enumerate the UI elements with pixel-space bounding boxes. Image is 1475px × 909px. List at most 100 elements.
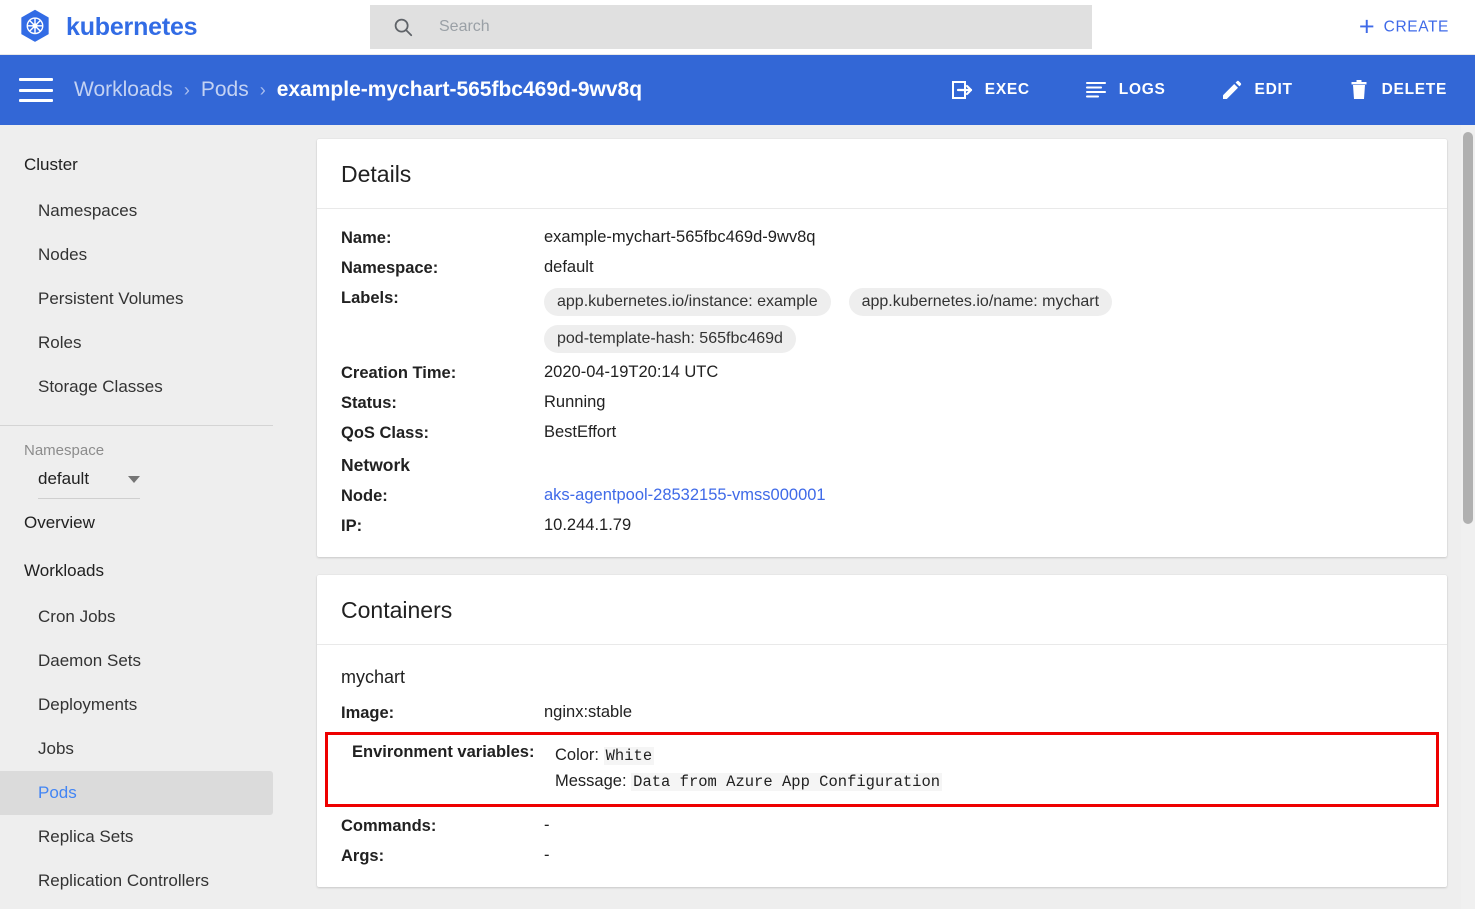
env-var-item: Color: White: [555, 743, 942, 769]
hamburger-menu-icon[interactable]: [19, 78, 53, 102]
sidebar-item-daemon-sets[interactable]: Daemon Sets: [0, 639, 273, 683]
env-var-item: Message: Data from Azure App Configurati…: [555, 769, 943, 795]
details-card-body: Name: example-mychart-565fbc469d-9wv8q N…: [317, 209, 1447, 557]
container-row-image: Image: nginx:stable: [317, 698, 1447, 728]
edit-button[interactable]: EDIT: [1214, 77, 1299, 103]
detail-value-qos-class: BestEffort: [544, 423, 617, 441]
network-section-heading: Network: [341, 455, 411, 475]
detail-key-node: Node:: [341, 487, 388, 505]
detail-key-qos-class: QoS Class:: [341, 424, 430, 442]
label-chip[interactable]: pod-template-hash: 565fbc469d: [544, 325, 796, 353]
sidebar-group-cluster: Cluster: [24, 155, 78, 174]
logs-button-label: LOGS: [1118, 81, 1166, 98]
containers-card: Containers mychart Image: nginx:stable E…: [317, 575, 1447, 888]
sidebar-item-persistent-volumes[interactable]: Persistent Volumes: [0, 277, 273, 321]
env-var-value: White: [603, 747, 655, 765]
container-value-commands: -: [544, 816, 550, 835]
environment-variables-list: Color: White Message: Data from Azure Ap…: [555, 743, 943, 795]
create-button[interactable]: + CREATE: [1353, 13, 1455, 42]
main-scrollbar[interactable]: [1461, 125, 1475, 909]
sidebar-item-jobs[interactable]: Jobs: [0, 727, 273, 771]
breadcrumb-item-pods[interactable]: Pods: [201, 78, 249, 102]
detail-row-name: Name: example-mychart-565fbc469d-9wv8q: [317, 223, 1447, 253]
sidebar-item-replica-sets[interactable]: Replica Sets: [0, 815, 273, 859]
edit-pencil-icon: [1222, 80, 1241, 99]
detail-value-creation-time: 2020-04-19T20:14 UTC: [544, 363, 719, 381]
breadcrumb-separator-icon: ›: [183, 79, 190, 100]
create-button-label: CREATE: [1383, 18, 1449, 35]
namespace-label: Namespace: [24, 442, 105, 459]
main-content: Details Name: example-mychart-565fbc469d…: [297, 125, 1475, 909]
breadcrumb-current-pod: example-mychart-565fbc469d-9wv8q: [276, 78, 643, 101]
detail-key-labels: Labels:: [341, 289, 399, 307]
label-chip[interactable]: app.kubernetes.io/instance: example: [544, 288, 831, 316]
environment-variables-highlight-box: Environment variables: Color: White Mess…: [325, 732, 1439, 808]
container-key-args: Args:: [341, 847, 385, 866]
breadcrumb-separator-icon-2: ›: [259, 79, 266, 100]
exec-button[interactable]: EXEC: [944, 77, 1036, 103]
detail-key-status: Status:: [341, 394, 397, 412]
top-bar: kubernetes + CREATE: [0, 0, 1475, 55]
delete-button-label: DELETE: [1381, 81, 1447, 98]
sidebar-item-replication-controllers[interactable]: Replication Controllers: [0, 859, 273, 903]
sidebar-item-storage-classes[interactable]: Storage Classes: [0, 365, 273, 409]
container-name: mychart: [341, 667, 406, 687]
detail-row-status: Status: Running: [317, 388, 1447, 418]
env-var-value: Data from Azure App Configuration: [631, 772, 943, 791]
scrollbar-thumb[interactable]: [1463, 132, 1473, 524]
labels-chip-group: app.kubernetes.io/instance: example app.…: [544, 288, 1194, 353]
containers-card-body: mychart Image: nginx:stable Environment …: [317, 645, 1447, 887]
exec-terminal-icon: [951, 81, 972, 99]
edit-button-label: EDIT: [1254, 81, 1293, 98]
detail-key-name: Name:: [341, 229, 392, 247]
env-var-name: Color:: [555, 746, 600, 764]
action-buttons-group: EXEC LOGS EDIT DELETE: [902, 77, 1453, 103]
detail-value-namespace: default: [544, 258, 594, 276]
container-row-commands: Commands: -: [317, 811, 1447, 841]
sidebar-item-overview[interactable]: Overview: [0, 499, 297, 547]
sidebar-item-roles[interactable]: Roles: [0, 321, 273, 365]
container-value-args: -: [544, 846, 550, 865]
detail-value-ip: 10.244.1.79: [544, 516, 632, 534]
containers-card-title: Containers: [317, 575, 1447, 645]
logs-lines-icon: [1085, 81, 1106, 98]
node-link[interactable]: aks-agentpool-28532155-vmss000001: [544, 486, 826, 505]
body-wrapper: Cluster Namespaces Nodes Persistent Volu…: [0, 125, 1475, 909]
detail-row-node: Node: aks-agentpool-28532155-vmss000001: [317, 481, 1447, 511]
kubernetes-wheel-logo: [21, 9, 49, 42]
container-key-commands: Commands:: [341, 817, 437, 836]
sidebar-item-cron-jobs[interactable]: Cron Jobs: [0, 595, 273, 639]
delete-button[interactable]: DELETE: [1341, 77, 1453, 103]
detail-key-creation-time: Creation Time:: [341, 364, 457, 382]
logs-button[interactable]: LOGS: [1078, 77, 1172, 103]
detail-value-name: example-mychart-565fbc469d-9wv8q: [544, 228, 816, 246]
sidebar-item-nodes[interactable]: Nodes: [0, 233, 273, 277]
search-bar[interactable]: [370, 5, 1092, 49]
plus-icon: +: [1358, 11, 1375, 42]
label-chip[interactable]: app.kubernetes.io/name: mychart: [848, 288, 1113, 316]
action-bar: Workloads › Pods › example-mychart-565fb…: [0, 55, 1475, 125]
container-key-image: Image:: [341, 704, 395, 722]
breadcrumb-item-workloads[interactable]: Workloads: [74, 78, 173, 102]
sidebar-item-pods[interactable]: Pods: [0, 771, 273, 815]
detail-row-qos-class: QoS Class: BestEffort: [317, 418, 1447, 448]
container-key-environment-variables: Environment variables:: [352, 743, 535, 761]
container-row-args: Args: -: [317, 841, 1447, 871]
namespace-selected-value: default: [38, 469, 90, 488]
details-card: Details Name: example-mychart-565fbc469d…: [317, 139, 1447, 557]
namespace-select[interactable]: default: [38, 469, 140, 499]
detail-row-labels: Labels: app.kubernetes.io/instance: exam…: [317, 283, 1447, 358]
detail-key-namespace: Namespace:: [341, 259, 439, 277]
search-icon: [394, 18, 413, 37]
sidebar-item-deployments[interactable]: Deployments: [0, 683, 273, 727]
sidebar-item-namespaces[interactable]: Namespaces: [0, 189, 273, 233]
chevron-down-icon: [128, 475, 140, 483]
delete-trash-icon: [1351, 80, 1367, 99]
sidebar-group-workloads: Workloads: [24, 561, 104, 580]
detail-row-creation-time: Creation Time: 2020-04-19T20:14 UTC: [317, 358, 1447, 388]
search-input[interactable]: [437, 12, 1057, 42]
brand-logo-area[interactable]: kubernetes: [0, 8, 370, 46]
details-card-title: Details: [317, 139, 1447, 209]
status-badge: Running: [544, 393, 606, 411]
detail-row-namespace: Namespace: default: [317, 253, 1447, 283]
